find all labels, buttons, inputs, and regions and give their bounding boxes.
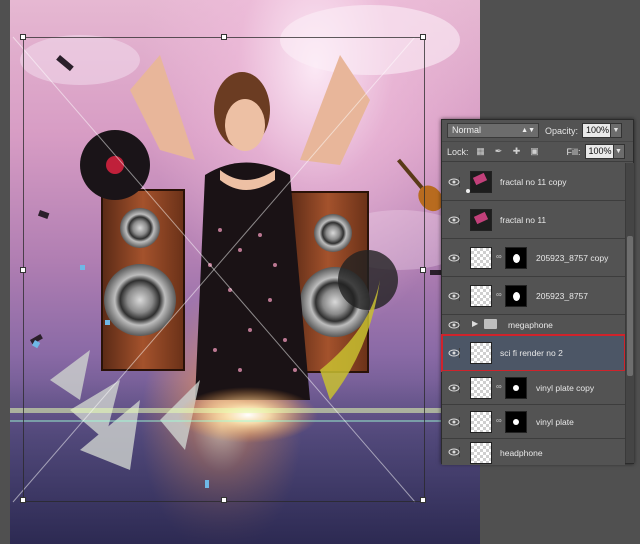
- lock-row: Lock: ▦ ✒ ✚ ▣ Fill: 100% ▼: [442, 142, 633, 162]
- layer-row[interactable]: ∞ 205923_8757: [442, 277, 625, 315]
- transform-handle-right[interactable]: [420, 267, 426, 273]
- free-transform-box[interactable]: [20, 34, 426, 503]
- layer-list: fractal no 11 copy fractal no 11 ∞ 20592…: [441, 163, 626, 465]
- layer-mask[interactable]: [505, 285, 527, 307]
- blend-row: Normal ▲▼ Opacity: 100% ▼: [442, 120, 633, 142]
- eye-icon[interactable]: [448, 383, 460, 393]
- layer-row[interactable]: headphone: [442, 439, 625, 465]
- transform-handle-top[interactable]: [221, 34, 227, 40]
- eye-icon[interactable]: [448, 348, 460, 358]
- layer-thumbnail: [470, 171, 492, 193]
- expand-triangle-icon[interactable]: ▶: [472, 319, 478, 328]
- layer-name: megaphone: [508, 320, 553, 330]
- fill-input[interactable]: 100%: [584, 144, 614, 159]
- layer-name: fractal no 11: [500, 215, 547, 225]
- opacity-label: Opacity:: [545, 125, 579, 136]
- eye-icon[interactable]: [448, 253, 460, 263]
- fill-arrow-icon[interactable]: ▼: [613, 144, 625, 159]
- layer-name: sci fi render no 2: [500, 348, 563, 358]
- layer-name: vinyl plate: [536, 417, 574, 427]
- transform-handle-left[interactable]: [20, 267, 26, 273]
- layer-thumbnail: [470, 285, 492, 307]
- layer-row[interactable]: fractal no 11 copy: [442, 163, 625, 201]
- artwork-image[interactable]: [10, 0, 480, 544]
- layer-thumbnail: [470, 377, 492, 399]
- layer-thumbnail: [470, 247, 492, 269]
- layer-name: 205923_8757 copy: [536, 253, 609, 263]
- transform-handle-bottom-right[interactable]: [420, 497, 426, 503]
- lock-all-icon[interactable]: ▣: [529, 146, 541, 158]
- opacity-arrow-icon[interactable]: ▼: [611, 123, 623, 138]
- layer-row[interactable]: ∞ vinyl plate: [442, 405, 625, 439]
- lock-label: Lock:: [447, 146, 469, 157]
- layer-name: headphone: [500, 448, 543, 458]
- transform-handle-bottom[interactable]: [221, 497, 227, 503]
- layer-row[interactable]: fractal no 11: [442, 201, 625, 239]
- layer-group-row[interactable]: ▶ megaphone: [442, 315, 625, 335]
- fill-label: Fill:: [566, 146, 581, 157]
- eye-icon[interactable]: [448, 447, 460, 457]
- layers-panel: Normal ▲▼ Opacity: 100% ▼ Lock: ▦ ✒ ✚ ▣ F…: [441, 119, 634, 465]
- layer-name: vinyl plate copy: [536, 383, 595, 393]
- scrollbar-thumb[interactable]: [627, 236, 633, 376]
- eye-icon[interactable]: [448, 215, 460, 225]
- chain-link-icon[interactable]: ∞: [496, 290, 502, 300]
- chain-link-icon[interactable]: ∞: [496, 252, 502, 262]
- layer-row[interactable]: ∞ 205923_8757 copy: [442, 239, 625, 277]
- layer-row[interactable]: ∞ vinyl plate copy: [442, 371, 625, 405]
- layer-thumbnail: [470, 442, 492, 464]
- smart-object-icon: [466, 189, 470, 193]
- blend-mode-value: Normal: [452, 125, 482, 135]
- opacity-input[interactable]: 100%: [582, 123, 612, 138]
- layers-scrollbar[interactable]: [625, 163, 634, 463]
- layer-mask[interactable]: [505, 411, 527, 433]
- lock-image-icon[interactable]: ✒: [493, 146, 505, 158]
- folder-icon: [484, 319, 497, 329]
- layer-name: fractal no 11 copy: [500, 177, 567, 187]
- transform-handle-bottom-left[interactable]: [20, 497, 26, 503]
- lock-transparent-icon[interactable]: ▦: [475, 146, 487, 158]
- eye-icon[interactable]: [448, 417, 460, 427]
- lock-position-icon[interactable]: ✚: [511, 146, 523, 158]
- chevron-updown-icon: ▲▼: [521, 127, 535, 134]
- layer-name: 205923_8757: [536, 291, 589, 301]
- chain-link-icon[interactable]: ∞: [496, 382, 502, 392]
- layer-thumbnail: [470, 411, 492, 433]
- transform-handle-top-left[interactable]: [20, 34, 26, 40]
- eye-icon[interactable]: [448, 320, 460, 330]
- blend-mode-select[interactable]: Normal ▲▼: [447, 123, 539, 138]
- layer-row-selected[interactable]: sci fi render no 2: [441, 334, 626, 372]
- transform-handle-top-right[interactable]: [420, 34, 426, 40]
- chain-link-icon[interactable]: ∞: [496, 416, 502, 426]
- layer-mask[interactable]: [505, 247, 527, 269]
- layer-thumbnail: [470, 342, 492, 364]
- eye-icon[interactable]: [448, 291, 460, 301]
- layer-mask[interactable]: [505, 377, 527, 399]
- layer-thumbnail: [470, 209, 492, 231]
- eye-icon[interactable]: [448, 177, 460, 187]
